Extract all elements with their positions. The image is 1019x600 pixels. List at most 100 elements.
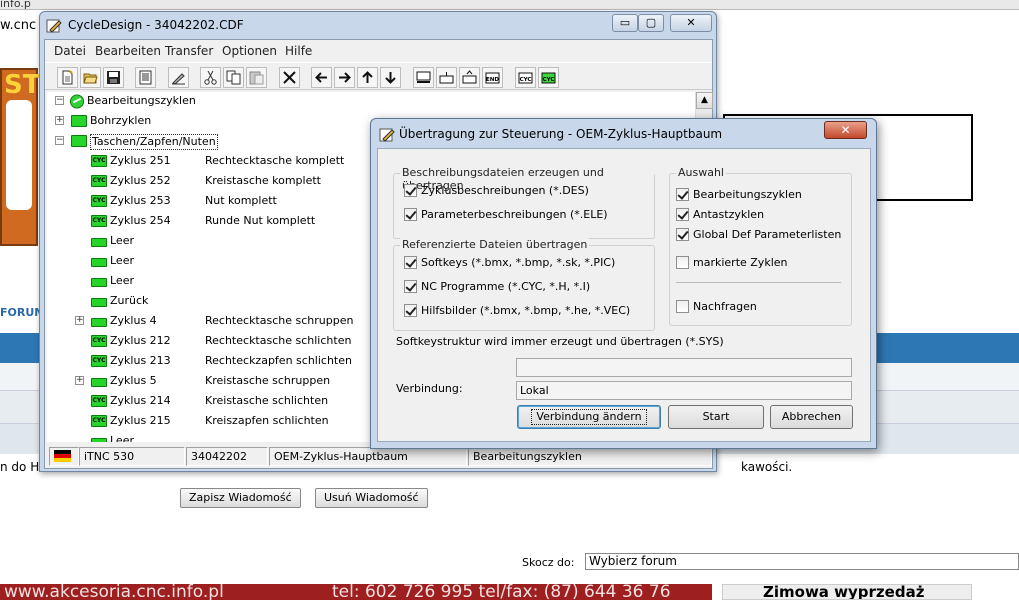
tree-item-description: Kreistasche schlichten	[205, 394, 329, 407]
ad-phone: tel: 602 726 995 tel/fax: (87) 644 36 76	[332, 584, 671, 600]
tree-item-description: Rechtecktasche schlichten	[205, 334, 352, 347]
chk-parameter-descriptions[interactable]: Parameterbeschreibungen (*.ELE)	[404, 208, 608, 221]
tree-item-label: Leer	[110, 274, 134, 287]
checkbox[interactable]	[404, 184, 417, 197]
tree-item-label: Zyklus 4	[110, 314, 157, 327]
window-titlebar[interactable]: CycleDesign - 34042202.CDF ▭ ▢ ✕	[40, 12, 716, 38]
tree-item-label: Zurück	[110, 294, 149, 307]
checkbox[interactable]	[676, 256, 689, 269]
edit-pen-icon[interactable]	[168, 67, 189, 88]
save-icon[interactable]	[103, 67, 124, 88]
list-icon[interactable]	[135, 67, 156, 88]
chk-global-def-params[interactable]: Global Def Parameterlisten	[676, 228, 841, 241]
menu-optionen[interactable]: Optionen	[222, 44, 277, 58]
expand-plus-icon[interactable]: +	[75, 316, 84, 325]
delete-message-button[interactable]: Usuń Wiadomość	[315, 488, 428, 508]
transfer-dialog: Übertragung zur Steuerung - OEM-Zyklus-H…	[370, 118, 877, 449]
checkbox[interactable]	[404, 256, 417, 269]
chk-cycle-descriptions[interactable]: Zyklusbeschreibungen (*.DES)	[404, 184, 589, 197]
checkbox[interactable]	[676, 188, 689, 201]
open-folder-icon[interactable]	[80, 67, 101, 88]
menu-transfer[interactable]: Transfer	[165, 44, 213, 58]
checkbox[interactable]	[404, 280, 417, 293]
tree-item-label: Zyklus 252	[110, 174, 171, 187]
checkbox[interactable]	[676, 228, 689, 241]
dialog-close-button[interactable]: ✕	[824, 121, 867, 139]
tree-item-label: Zyklus 214	[110, 394, 171, 407]
arrow-down-icon[interactable]	[380, 67, 401, 88]
chk-help-images[interactable]: Hilfsbilder (*.bmx, *.bmp, *.he, *.VEC)	[404, 304, 630, 317]
cycle-softkey-icon: CYC	[91, 215, 107, 227]
softkey-up-icon[interactable]	[459, 67, 480, 88]
tree-item-description: Kreistasche komplett	[205, 174, 321, 187]
browser-tab-label[interactable]: info.p	[0, 0, 31, 10]
ad-sale-banner[interactable]: Zimowa wyprzedaż	[722, 584, 972, 600]
collapse-minus-icon[interactable]: −	[55, 136, 64, 145]
tree-item-label: Zyklus 254	[110, 214, 171, 227]
change-connection-button[interactable]: Verbindung ändern	[517, 405, 661, 429]
start-button[interactable]: Start	[668, 405, 764, 429]
screen-icon[interactable]	[413, 67, 434, 88]
chk-marked-cycles[interactable]: markierte Zyklen	[676, 256, 787, 269]
minimize-button[interactable]: ▭	[612, 14, 638, 32]
arrow-up-icon[interactable]	[357, 67, 378, 88]
post-text-left: n do H	[0, 460, 40, 474]
tree-item-label: Taschen/Zapfen/Nuten	[90, 134, 218, 150]
cyc-green-icon[interactable]: CYC	[538, 67, 559, 88]
new-file-icon[interactable]	[57, 67, 78, 88]
tree-item-label: Leer	[110, 254, 134, 267]
svg-text:END: END	[486, 77, 499, 83]
delete-x-icon[interactable]	[279, 67, 300, 88]
toolbar: END CYC CYC	[45, 62, 712, 90]
chk-softkeys[interactable]: Softkeys (*.bmx, *.bmp, *.sk, *.PIC)	[404, 256, 615, 269]
cyc-icon[interactable]: CYC	[515, 67, 536, 88]
tree-item-description: Nut komplett	[205, 194, 277, 207]
tree-item-description: Kreiszapfen schlichten	[205, 414, 329, 427]
connection-value-field: Lokal	[516, 381, 852, 400]
tree-item-label: Leer	[110, 434, 134, 442]
copy-icon[interactable]	[223, 67, 244, 88]
expand-plus-icon[interactable]: +	[55, 116, 64, 125]
chk-nc-programs[interactable]: NC Programme (*.CYC, *.H, *.I)	[404, 280, 590, 293]
checkbox[interactable]	[404, 208, 417, 221]
site-logo-text: ST	[4, 70, 41, 100]
chk-ask[interactable]: Nachfragen	[676, 300, 757, 313]
german-flag-icon	[49, 447, 79, 466]
tree-item-label: Zyklus 253	[110, 194, 171, 207]
empty-softkey-icon	[91, 378, 107, 387]
empty-softkey-icon	[91, 438, 107, 442]
menu-bearbeiten[interactable]: Bearbeiten	[95, 44, 161, 58]
jump-to-forum-select[interactable]: Wybierz forum	[585, 553, 1019, 570]
tree-item-label: Zyklus 5	[110, 374, 157, 387]
arrow-right-icon[interactable]	[334, 67, 355, 88]
svg-text:CYC: CYC	[543, 77, 555, 83]
progress-field	[516, 358, 852, 377]
checkbox[interactable]	[676, 208, 689, 221]
close-button[interactable]: ✕	[670, 14, 712, 32]
paste-icon[interactable]	[246, 67, 267, 88]
browser-url-fragment: w.cnc	[0, 18, 37, 33]
softkey-icon[interactable]	[436, 67, 457, 88]
arrow-left-icon[interactable]	[311, 67, 332, 88]
scroll-up-arrow-icon[interactable]: ▲	[696, 92, 713, 109]
window-title: CycleDesign - 34042202.CDF	[68, 18, 244, 32]
end-icon[interactable]: END	[482, 67, 503, 88]
expand-plus-icon[interactable]: +	[75, 376, 84, 385]
menu-bar: Datei Bearbeiten Transfer Optionen Hilfe	[45, 40, 712, 60]
chk-probing-cycles[interactable]: Antastzyklen	[676, 208, 764, 221]
ad-banner[interactable]: www.akcesoria.cnc.info.pl tel: 602 726 9…	[0, 584, 712, 600]
tree-item-label: Zyklus 215	[110, 414, 171, 427]
maximize-button[interactable]: ▢	[638, 14, 664, 32]
chk-machining-cycles[interactable]: Bearbeitungszyklen	[676, 188, 802, 201]
menu-hilfe[interactable]: Hilfe	[285, 44, 312, 58]
checkbox[interactable]	[676, 300, 689, 313]
cut-icon[interactable]	[200, 67, 221, 88]
cancel-button[interactable]: Abbrechen	[770, 405, 853, 429]
save-message-button[interactable]: Zapisz Wiadomość	[180, 488, 301, 508]
tree-item-description: Rechteckzapfen schlichten	[205, 354, 352, 367]
menu-datei[interactable]: Datei	[54, 44, 86, 58]
checkbox[interactable]	[404, 304, 417, 317]
cycle-softkey-icon: CYC	[91, 175, 107, 187]
empty-softkey-icon	[91, 318, 107, 327]
tree-item-label: Zyklus 251	[110, 154, 171, 167]
